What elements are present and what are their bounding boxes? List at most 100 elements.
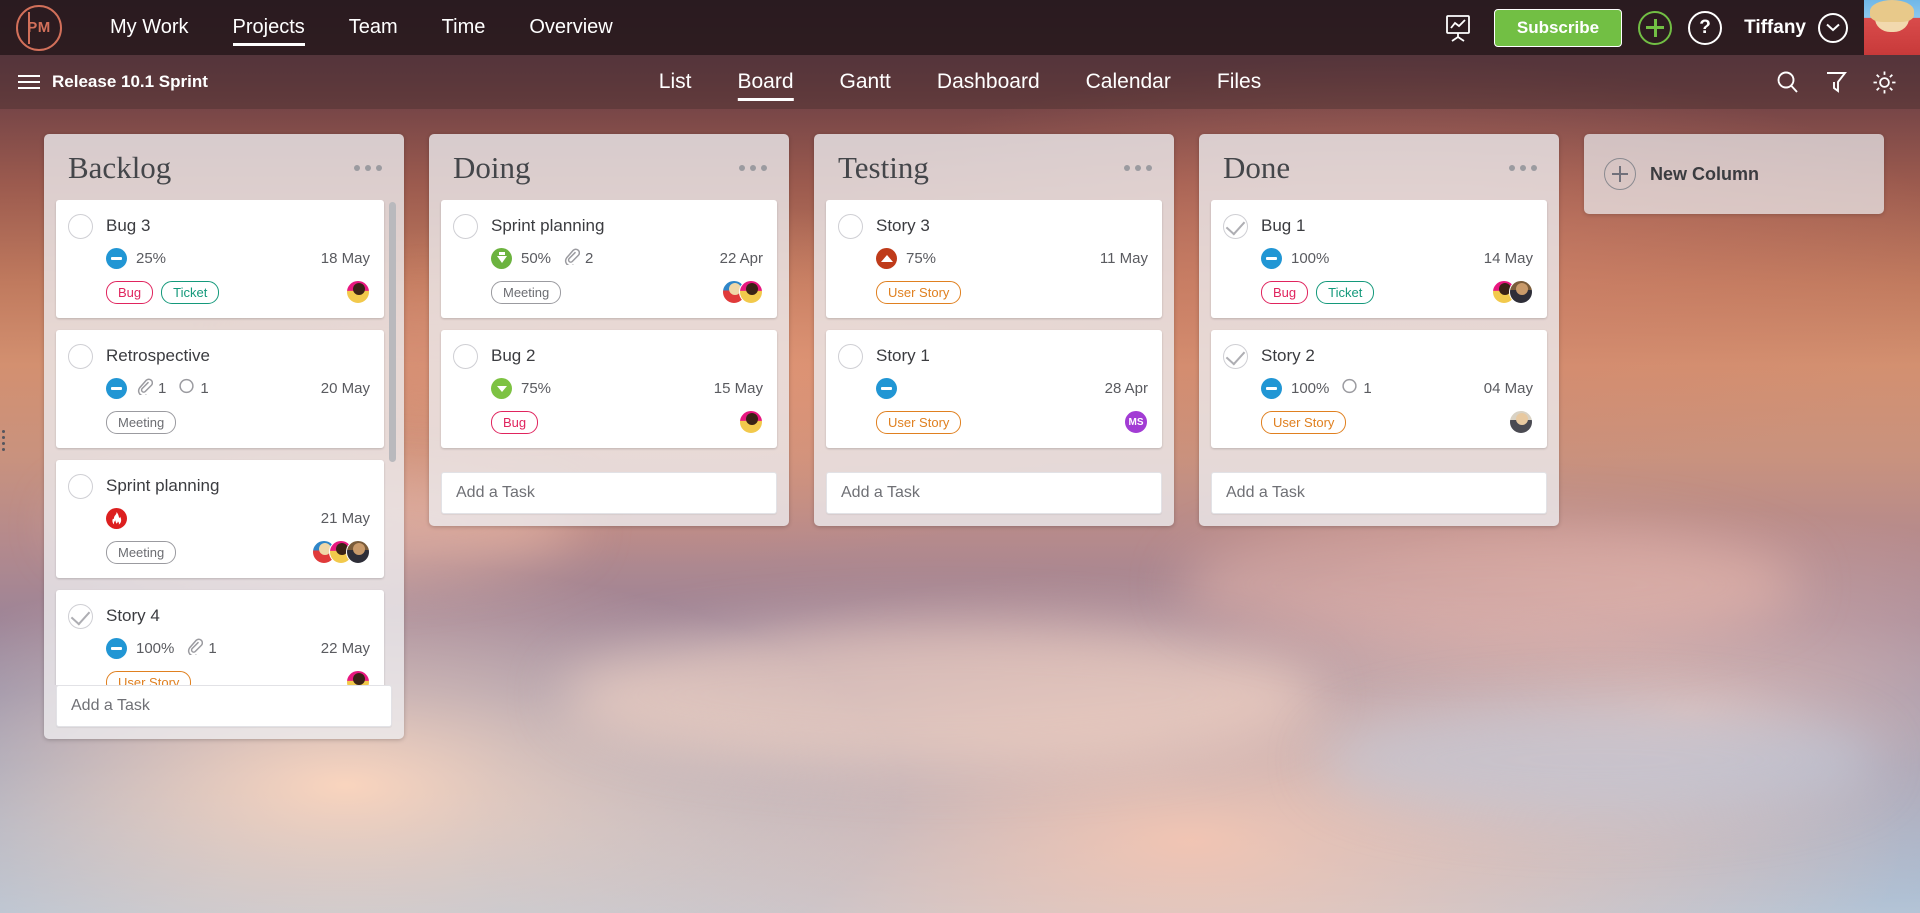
task-card[interactable]: Story 375%11 MayUser Story xyxy=(826,200,1162,318)
priority-medium-icon[interactable] xyxy=(1261,378,1282,399)
nav-link-projects[interactable]: Projects xyxy=(211,0,327,55)
tag-ticket[interactable]: Ticket xyxy=(1316,281,1374,304)
priority-lowlight-icon[interactable] xyxy=(491,378,512,399)
tag-userstory[interactable]: User Story xyxy=(106,671,191,686)
tag-bug[interactable]: Bug xyxy=(491,411,538,434)
task-card[interactable]: Retrospective1120 MayMeeting xyxy=(56,330,384,448)
tag-meeting[interactable]: Meeting xyxy=(106,411,176,434)
tag-meeting[interactable]: Meeting xyxy=(491,281,561,304)
nav-link-time[interactable]: Time xyxy=(420,0,508,55)
app-logo[interactable]: PM xyxy=(16,5,62,51)
tag-ticket[interactable]: Ticket xyxy=(161,281,219,304)
column-scrollbar[interactable] xyxy=(389,202,396,462)
due-date: 15 May xyxy=(714,380,763,397)
task-complete-checkbox[interactable] xyxy=(68,344,93,369)
priority-low-icon[interactable] xyxy=(491,248,512,269)
attachment-count: 1 xyxy=(158,380,166,397)
avatar[interactable]: MS xyxy=(1124,410,1148,434)
progress-percent: 75% xyxy=(906,250,936,267)
tab-calendar[interactable]: Calendar xyxy=(1063,55,1194,109)
priority-medium-icon[interactable] xyxy=(1261,248,1282,269)
task-complete-checkbox[interactable] xyxy=(1223,214,1248,239)
task-complete-checkbox[interactable] xyxy=(68,214,93,239)
tab-board[interactable]: Board xyxy=(714,55,816,109)
filter-icon[interactable] xyxy=(1823,69,1849,95)
avatar[interactable] xyxy=(346,540,370,564)
priority-medium-icon[interactable] xyxy=(876,378,897,399)
tab-gantt[interactable]: Gantt xyxy=(817,55,914,109)
task-card[interactable]: Bug 325%18 MayBugTicket xyxy=(56,200,384,318)
avatar[interactable] xyxy=(739,280,763,304)
tag-userstory[interactable]: User Story xyxy=(876,411,961,434)
add-task-input[interactable]: Add a Task xyxy=(441,472,777,514)
help-question-mark: ? xyxy=(1699,17,1711,39)
task-card[interactable]: Story 4100%122 MayUser Story xyxy=(56,590,384,685)
search-icon[interactable] xyxy=(1775,69,1801,95)
add-task-input[interactable]: Add a Task xyxy=(826,472,1162,514)
column-options-icon[interactable] xyxy=(737,157,769,179)
plus-icon xyxy=(1604,158,1636,190)
avatar[interactable] xyxy=(1509,280,1533,304)
new-column-button[interactable]: New Column xyxy=(1584,134,1884,214)
column-options-icon[interactable] xyxy=(1507,157,1539,179)
chevron-down-icon[interactable] xyxy=(1818,13,1848,43)
task-card[interactable]: Story 128 AprUser StoryMS xyxy=(826,330,1162,448)
card-title-row: Bug 2 xyxy=(453,344,763,369)
presentation-chart-icon[interactable] xyxy=(1438,8,1478,48)
task-complete-checkbox[interactable] xyxy=(453,214,478,239)
task-card[interactable]: Sprint planning21 MayMeeting xyxy=(56,460,384,578)
column-options-icon[interactable] xyxy=(352,157,384,179)
task-card[interactable]: Bug 2 75%15 May Bug xyxy=(441,330,777,448)
user-avatar[interactable] xyxy=(1864,0,1920,55)
user-name-label[interactable]: Tiffany xyxy=(1744,17,1806,39)
attachment-icon xyxy=(136,378,153,399)
nav-link-my-work[interactable]: My Work xyxy=(88,0,211,55)
tag-userstory[interactable]: User Story xyxy=(1261,411,1346,434)
task-complete-checkbox[interactable] xyxy=(68,604,93,629)
task-card[interactable]: Bug 1100%14 MayBugTicket xyxy=(1211,200,1547,318)
tag-meeting[interactable]: Meeting xyxy=(106,541,176,564)
priority-medium-icon[interactable] xyxy=(106,638,127,659)
help-icon[interactable]: ? xyxy=(1688,11,1722,45)
tab-files[interactable]: Files xyxy=(1194,55,1284,109)
column-options-icon[interactable] xyxy=(1122,157,1154,179)
task-card[interactable]: Story 2100%104 MayUser Story xyxy=(1211,330,1547,448)
add-new-icon[interactable] xyxy=(1638,11,1672,45)
card-tags-row: User Story xyxy=(1261,410,1533,434)
add-task-input[interactable]: Add a Task xyxy=(1211,472,1547,514)
avatar[interactable] xyxy=(739,410,763,434)
tag-userstory[interactable]: User Story xyxy=(876,281,961,304)
tag-bug[interactable]: Bug xyxy=(106,281,153,304)
task-complete-checkbox[interactable] xyxy=(1223,344,1248,369)
progress-percent: 25% xyxy=(136,250,166,267)
tag-bug[interactable]: Bug xyxy=(1261,281,1308,304)
subscribe-button[interactable]: Subscribe xyxy=(1494,9,1622,47)
task-complete-checkbox[interactable] xyxy=(838,214,863,239)
column-card-list: Sprint planning50%222 AprMeeting Bug 2 75%… xyxy=(429,200,789,472)
priority-medium-icon[interactable] xyxy=(106,378,127,399)
add-task-input[interactable]: Add a Task xyxy=(56,685,392,727)
avatar[interactable] xyxy=(346,280,370,304)
card-meta-row: 75%15 May xyxy=(491,378,763,399)
card-meta-row: 28 Apr xyxy=(876,378,1148,399)
avatar[interactable] xyxy=(1509,410,1533,434)
priority-high-icon[interactable] xyxy=(876,248,897,269)
priority-medium-icon[interactable] xyxy=(106,248,127,269)
gear-icon[interactable] xyxy=(1871,69,1898,96)
panel-drag-handle[interactable] xyxy=(2,430,5,451)
priority-critical-icon[interactable] xyxy=(106,508,127,529)
assignee-avatars xyxy=(353,670,370,685)
tab-list[interactable]: List xyxy=(636,55,715,109)
tab-dashboard[interactable]: Dashboard xyxy=(914,55,1063,109)
task-complete-checkbox[interactable] xyxy=(838,344,863,369)
comment-icon xyxy=(1341,378,1358,399)
nav-link-team[interactable]: Team xyxy=(327,0,420,55)
due-date: 21 May xyxy=(321,510,370,527)
avatar[interactable] xyxy=(346,670,370,685)
menu-hamburger-icon[interactable] xyxy=(18,71,40,93)
task-complete-checkbox[interactable] xyxy=(453,344,478,369)
task-card[interactable]: Sprint planning50%222 AprMeeting xyxy=(441,200,777,318)
nav-link-overview[interactable]: Overview xyxy=(507,0,634,55)
task-title: Story 3 xyxy=(876,214,930,236)
task-complete-checkbox[interactable] xyxy=(68,474,93,499)
